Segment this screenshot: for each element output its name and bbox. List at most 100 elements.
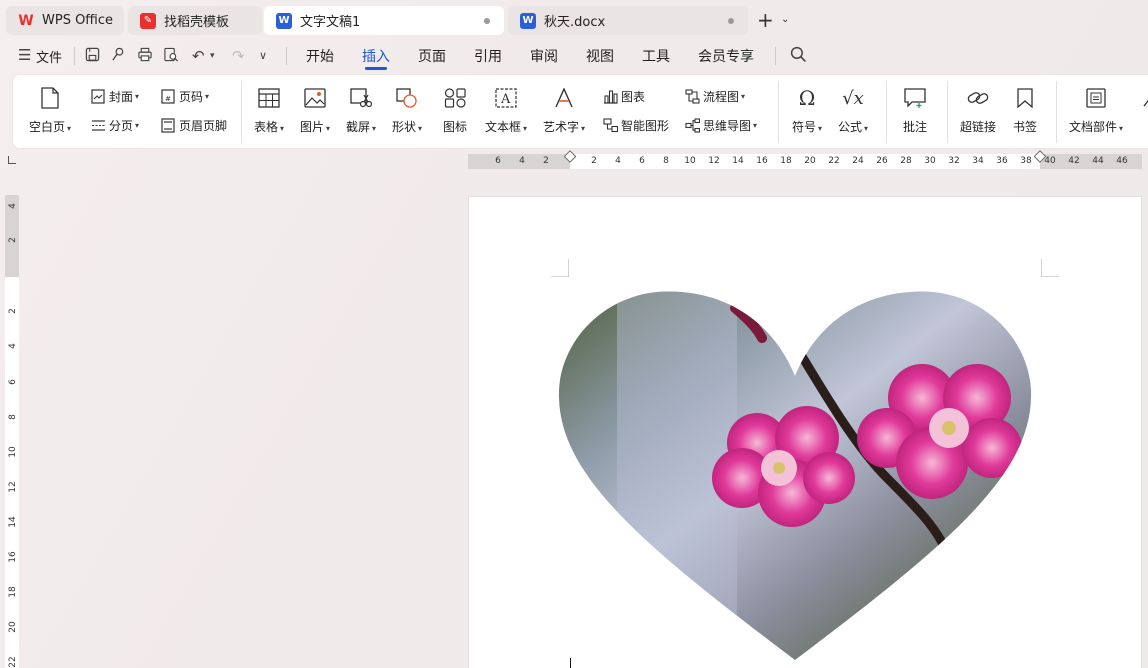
blank-page-button[interactable]: 空白页 ▾	[29, 86, 71, 135]
more-tools-button[interactable]	[1137, 86, 1148, 118]
chevron-down-icon[interactable]: ∨	[259, 49, 267, 62]
menu-item-member[interactable]: 会员专享	[698, 46, 754, 66]
pen-icon	[1137, 86, 1148, 110]
ruler-tick-label: 32	[948, 156, 960, 166]
print-preview-icon[interactable]	[163, 47, 179, 66]
smartart-button[interactable]: 智能图形	[602, 117, 669, 134]
wordart-button[interactable]: 艺术字 ▾	[543, 86, 585, 135]
chevron-down-icon[interactable]: ▾	[864, 124, 868, 133]
vertical-ruler[interactable]: 4 2 2 4 6 8 10 12 14 16 18 20 22	[5, 195, 19, 668]
menu-item-review[interactable]: 审阅	[530, 46, 558, 66]
tab-wps-office[interactable]: W WPS Office	[6, 6, 124, 35]
symbol-button[interactable]: Ω 符号 ▾	[792, 86, 822, 135]
header-footer-button[interactable]: 页眉页脚	[160, 117, 227, 134]
formula-icon: √x	[842, 87, 864, 109]
shape-label: 形状	[392, 120, 417, 134]
chevron-down-icon[interactable]: ▾	[418, 124, 422, 133]
wordart-label: 艺术字	[543, 120, 580, 134]
cover-icon	[90, 89, 106, 105]
divider	[775, 47, 776, 65]
menu-item-references[interactable]: 引用	[474, 46, 502, 66]
search-icon[interactable]	[790, 46, 807, 67]
chevron-down-icon[interactable]: ⌄	[781, 14, 789, 25]
chevron-down-icon[interactable]: ▾	[523, 124, 527, 133]
page-number-icon: #	[160, 89, 176, 105]
screenshot-button[interactable]: 截屏 ▾	[346, 86, 376, 135]
undo-icon[interactable]: ↶	[192, 47, 205, 65]
ruler-tick-label: 36	[996, 156, 1008, 166]
chevron-down-icon[interactable]: ▾	[753, 121, 757, 130]
ruler-corner-tab-icon[interactable]	[8, 156, 16, 164]
bookmark-button[interactable]: 书签	[1013, 86, 1037, 135]
chevron-down-icon[interactable]: ▾	[135, 92, 139, 101]
ruler-tick-label: 2	[8, 308, 18, 314]
ruler-tick-label: 34	[972, 156, 984, 166]
picture-icon	[303, 86, 327, 110]
hamburger-menu-icon[interactable]: ☰	[18, 46, 31, 64]
ruler-tick-label: 38	[1020, 156, 1032, 166]
shape-icon	[395, 86, 419, 110]
table-button[interactable]: 表格 ▾	[254, 86, 284, 135]
print-icon[interactable]	[137, 47, 153, 66]
mindmap-button[interactable]: 思维导图 ▾	[684, 117, 757, 134]
margin-corner-mark	[1041, 259, 1059, 277]
chevron-down-icon[interactable]: ▾	[205, 92, 209, 101]
chevron-down-icon[interactable]: ▾	[372, 124, 376, 133]
ruler-tick-label: 2	[591, 156, 597, 166]
cover-button[interactable]: 封面 ▾	[90, 88, 139, 105]
heart-shaped-flower-picture[interactable]	[557, 288, 1033, 664]
menu-item-page[interactable]: 页面	[418, 46, 446, 66]
chevron-down-icon[interactable]: ▾	[135, 121, 139, 130]
tab-autumn-docx[interactable]: W 秋天.docx	[508, 6, 748, 35]
page-number-label: 页码	[179, 90, 204, 104]
chart-button[interactable]: 图表	[602, 88, 645, 105]
hyperlink-button[interactable]: 超链接	[960, 86, 996, 135]
chevron-down-icon[interactable]: ▾	[741, 92, 745, 101]
omega-icon: Ω	[798, 86, 816, 110]
textbox-button[interactable]: A 文本框 ▾	[485, 86, 527, 135]
blank-page-icon	[38, 86, 62, 110]
chevron-down-icon[interactable]: ▾	[581, 124, 585, 133]
page-break-button[interactable]: 分页 ▾	[90, 117, 139, 134]
unsaved-dot-icon[interactable]	[728, 18, 734, 24]
unsaved-dot-icon[interactable]	[484, 18, 490, 24]
comment-button[interactable]: 批注	[903, 86, 927, 135]
file-menu[interactable]: 文件	[36, 47, 62, 66]
horizontal-ruler[interactable]: 6 4 2 2 4 6 8 10 12 14 16 18 20 22 24 26 28 30 32 34 36 38 40 4…	[468, 150, 1142, 169]
tab-docer[interactable]: ✎ 找稻壳模板	[128, 6, 262, 35]
format-painter-icon[interactable]	[111, 47, 126, 66]
redo-icon[interactable]: ↷	[232, 47, 245, 65]
shape-button[interactable]: 形状 ▾	[392, 86, 422, 135]
ruler-tick-label: 20	[8, 621, 18, 633]
icon-button[interactable]: 图标	[443, 86, 467, 135]
chevron-down-icon[interactable]: ▾	[67, 124, 71, 133]
ruler-tick-label: 44	[1092, 156, 1104, 166]
save-icon[interactable]	[85, 47, 100, 66]
menu-item-view[interactable]: 视图	[586, 46, 614, 66]
flowchart-button[interactable]: 流程图 ▾	[684, 88, 745, 105]
menu-item-insert[interactable]: 插入	[362, 46, 390, 66]
menu-item-home[interactable]: 开始	[306, 46, 334, 66]
wps-logo-icon: W	[18, 12, 34, 29]
formula-button[interactable]: √x 公式 ▾	[838, 86, 868, 135]
flowchart-label: 流程图	[703, 90, 740, 104]
chevron-down-icon[interactable]: ▾	[210, 51, 215, 61]
chevron-down-icon[interactable]: ▾	[1119, 124, 1123, 133]
document-parts-button[interactable]: 文档部件 ▾	[1069, 86, 1123, 135]
ruler-tick-label: 16	[8, 551, 18, 563]
tab-document-1[interactable]: W 文字文稿1	[264, 6, 504, 35]
mindmap-label: 思维导图	[703, 119, 752, 133]
picture-button[interactable]: 图片 ▾	[300, 86, 330, 135]
ruler-tick-label: 40	[1044, 156, 1056, 166]
blank-page-label: 空白页	[29, 120, 66, 134]
tab-label: 秋天.docx	[544, 15, 606, 30]
ruler-tick-label: 2	[8, 237, 18, 243]
menu-item-tools[interactable]: 工具	[642, 46, 670, 66]
new-tab-plus-icon[interactable]: +	[757, 10, 774, 30]
svg-text:A: A	[500, 92, 511, 107]
chevron-down-icon[interactable]: ▾	[280, 124, 284, 133]
chevron-down-icon[interactable]: ▾	[326, 124, 330, 133]
textbox-label: 文本框	[485, 120, 522, 134]
chevron-down-icon[interactable]: ▾	[818, 124, 822, 133]
page-number-button[interactable]: # 页码 ▾	[160, 88, 209, 105]
